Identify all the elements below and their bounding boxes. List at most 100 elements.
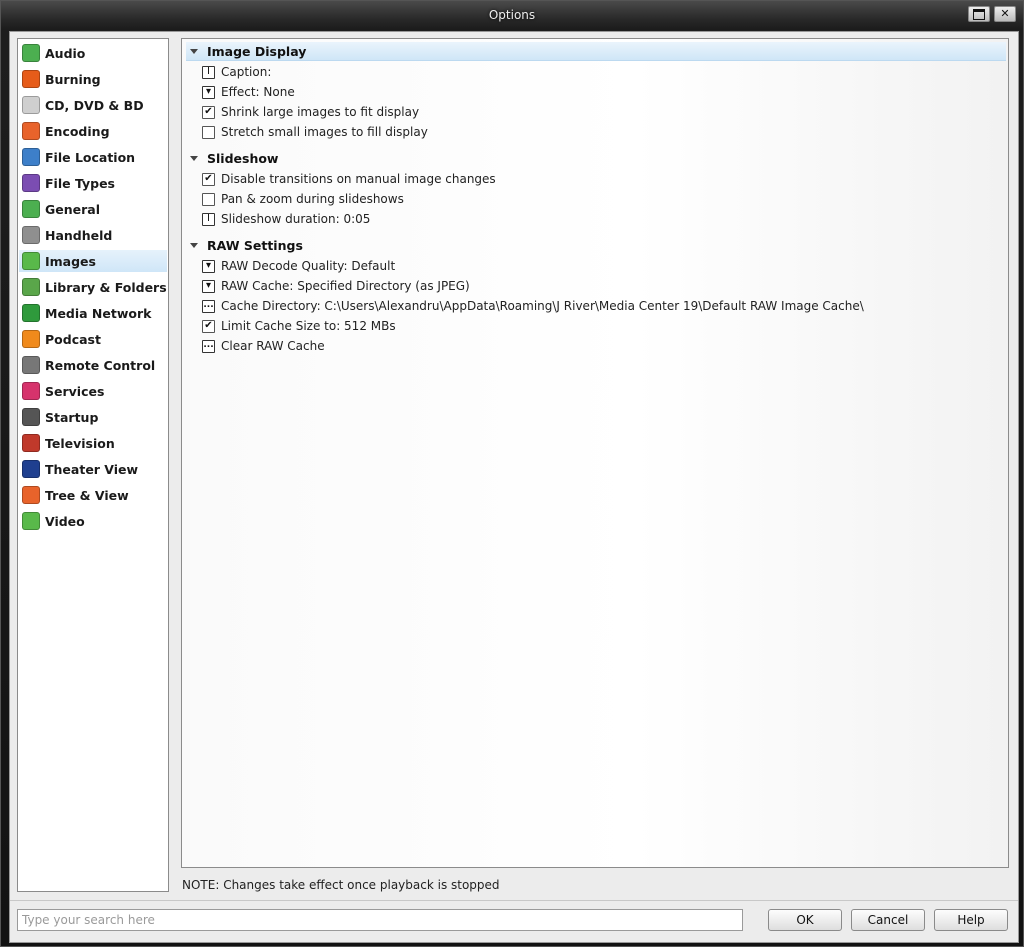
sidebar-item-label: Burning — [45, 71, 101, 87]
collapse-triangle-icon — [190, 48, 198, 54]
option-checkbox[interactable]: Pan & zoom during slideshows — [202, 190, 404, 208]
options-window: Options ✕ Audio Burning CD, DVD & BD Encodi… — [0, 0, 1024, 947]
dropdown-arrow-icon: ▾ — [202, 85, 215, 99]
option-text[interactable]: I Caption: — [202, 63, 271, 81]
sidebar-item-media-network[interactable]: Media Network — [19, 302, 167, 324]
sidebar-item-cd-dvd-bd[interactable]: CD, DVD & BD — [19, 94, 167, 116]
burning-icon — [22, 70, 40, 88]
check-icon — [22, 200, 40, 218]
sidebar-item-handheld[interactable]: Handheld — [19, 224, 167, 246]
option-checkbox[interactable]: Stretch small images to fill display — [202, 123, 428, 141]
sidebar-item-library-folders[interactable]: Library & Folders — [19, 276, 167, 298]
option-text[interactable]: I Slideshow duration: 0:05 — [202, 210, 370, 228]
tree-icon — [22, 486, 40, 504]
checkbox-unchecked-icon — [202, 125, 215, 139]
sidebar-item-theater-view[interactable]: Theater View — [19, 458, 167, 480]
section-title: RAW Settings — [207, 237, 303, 253]
sidebar-item-file-location[interactable]: File Location — [19, 146, 167, 168]
close-icon: ✕ — [1000, 7, 1010, 20]
section-title: Slideshow — [207, 150, 279, 166]
sidebar-item-television[interactable]: Television — [19, 432, 167, 454]
title-bar[interactable]: Options ✕ — [1, 1, 1023, 30]
option-checkbox[interactable]: ✔ Shrink large images to fit display — [202, 103, 419, 121]
sidebar-item-label: CD, DVD & BD — [45, 97, 144, 113]
checkbox-unchecked-icon — [202, 192, 215, 206]
sidebar-item-label: Images — [45, 253, 96, 269]
puzzle-icon — [22, 174, 40, 192]
collapse-triangle-icon — [190, 242, 198, 248]
dropdown-arrow-icon: ▾ — [202, 259, 215, 273]
checkbox-checked-icon: ✔ — [202, 172, 215, 186]
search-input[interactable] — [17, 909, 743, 931]
sidebar-item-general[interactable]: General — [19, 198, 167, 220]
close-button[interactable]: ✕ — [994, 6, 1016, 22]
cancel-button[interactable]: Cancel — [851, 909, 925, 931]
section-header-raw-settings[interactable]: RAW Settings — [186, 236, 1006, 254]
sidebar-item-tree-view[interactable]: Tree & View — [19, 484, 167, 506]
sidebar-item-video[interactable]: Video — [19, 510, 167, 532]
library-icon — [22, 278, 40, 296]
sidebar-item-label: Encoding — [45, 123, 110, 139]
sidebar-item-remote-control[interactable]: Remote Control — [19, 354, 167, 376]
option-label: Effect: None — [221, 85, 295, 99]
option-label: Slideshow duration: 0:05 — [221, 212, 371, 226]
playback-note: NOTE: Changes take effect once playback … — [182, 878, 500, 892]
help-button[interactable]: Help — [934, 909, 1008, 931]
option-label: Caption: — [221, 65, 272, 79]
audio-icon — [22, 44, 40, 62]
sidebar-item-encoding[interactable]: Encoding — [19, 120, 167, 142]
option-checkbox[interactable]: ✔ Limit Cache Size to: 512 MBs — [202, 317, 396, 335]
checkbox-checked-icon: ✔ — [202, 105, 215, 119]
option-dropdown[interactable]: ▾ RAW Cache: Specified Directory (as JPEG… — [202, 277, 470, 295]
text-cursor-icon: I — [202, 212, 215, 226]
sidebar-item-burning[interactable]: Burning — [19, 68, 167, 90]
option-label: Cache Directory: C:\Users\Alexandru\AppD… — [221, 299, 864, 313]
sidebar-item-label: File Types — [45, 175, 115, 191]
theater-icon — [22, 460, 40, 478]
option-browse[interactable]: ... Clear RAW Cache — [202, 337, 325, 355]
sidebar-item-label: Video — [45, 513, 85, 529]
option-label: Pan & zoom during slideshows — [221, 192, 404, 206]
section-header-image-display[interactable]: Image Display — [186, 42, 1006, 61]
remote-icon — [22, 356, 40, 374]
handheld-icon — [22, 226, 40, 244]
sidebar-item-podcast[interactable]: Podcast — [19, 328, 167, 350]
option-dropdown[interactable]: ▾ Effect: None — [202, 83, 295, 101]
sidebar-item-label: Theater View — [45, 461, 139, 477]
option-label: Stretch small images to fill display — [221, 125, 428, 139]
dropdown-arrow-icon: ▾ — [202, 279, 215, 293]
option-label: Shrink large images to fit display — [221, 105, 420, 119]
globe-icon — [22, 148, 40, 166]
images-icon — [22, 252, 40, 270]
section-header-slideshow[interactable]: Slideshow — [186, 149, 1006, 167]
sidebar-item-label: Podcast — [45, 331, 101, 347]
ellipsis-icon: ... — [202, 339, 215, 353]
option-label: Limit Cache Size to: 512 MBs — [221, 319, 396, 333]
video-icon — [22, 512, 40, 530]
sidebar-item-label: Tree & View — [45, 487, 129, 503]
sidebar-item-label: Media Network — [45, 305, 152, 321]
footer-divider — [10, 900, 1018, 901]
sidebar-item-label: Audio — [45, 45, 86, 61]
sidebar-item-services[interactable]: Services — [19, 380, 167, 402]
tv-icon — [22, 434, 40, 452]
maximize-button[interactable] — [968, 6, 990, 22]
sidebar-item-label: Television — [45, 435, 115, 451]
disc-icon — [22, 96, 40, 114]
sidebar-item-label: Startup — [45, 409, 99, 425]
option-label: RAW Cache: Specified Directory (as JPEG) — [221, 279, 470, 293]
sidebar-item-audio[interactable]: Audio — [19, 42, 167, 64]
ok-button[interactable]: OK — [768, 909, 842, 931]
option-browse[interactable]: ... Cache Directory: C:\Users\Alexandru\A… — [202, 297, 864, 315]
option-checkbox[interactable]: ✔ Disable transitions on manual image cha… — [202, 170, 496, 188]
ellipsis-icon: ... — [202, 299, 215, 313]
sidebar-item-label: Services — [45, 383, 105, 399]
sidebar-item-images[interactable]: Images — [19, 250, 167, 272]
sidebar-item-label: Handheld — [45, 227, 113, 243]
collapse-triangle-icon — [190, 155, 198, 161]
option-dropdown[interactable]: ▾ RAW Decode Quality: Default — [202, 257, 395, 275]
category-list[interactable]: Audio Burning CD, DVD & BD Encoding File Loc… — [17, 38, 169, 892]
sidebar-item-label: File Location — [45, 149, 136, 165]
sidebar-item-startup[interactable]: Startup — [19, 406, 167, 428]
sidebar-item-file-types[interactable]: File Types — [19, 172, 167, 194]
